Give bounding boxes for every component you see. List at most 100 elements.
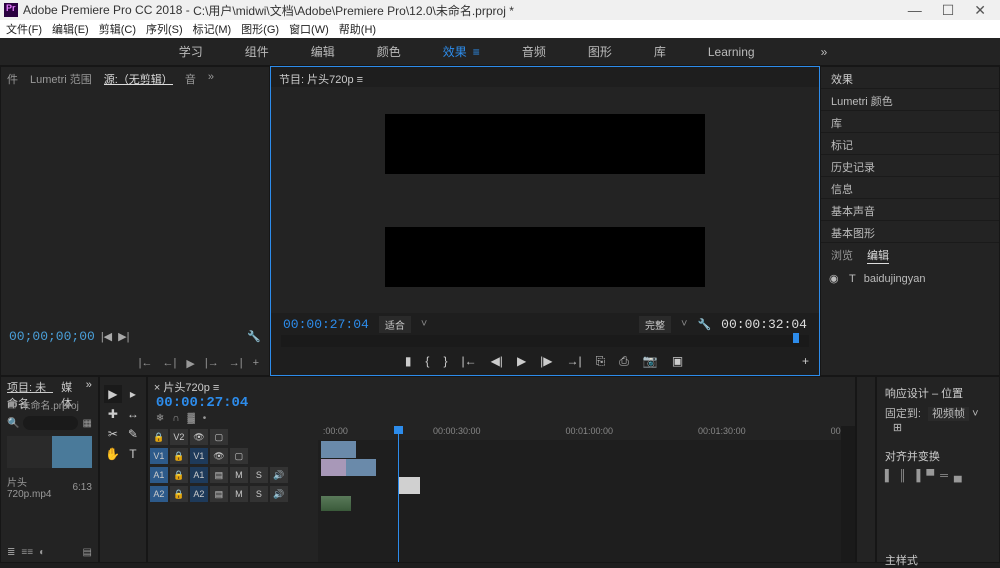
ctrl-step-fwd[interactable]: |▶ xyxy=(540,354,552,368)
align-left-icon[interactable]: ▌ xyxy=(885,470,893,482)
ctrl-play[interactable]: ▶ xyxy=(517,354,526,368)
search-input[interactable] xyxy=(23,416,78,430)
track-select-tool[interactable]: ▸ xyxy=(124,385,142,403)
a1-mute[interactable]: M xyxy=(230,467,248,483)
razor-tool[interactable]: ✂ xyxy=(104,425,122,443)
program-title[interactable]: 节目: 片头720p ≡ xyxy=(279,74,363,86)
ctrl-goto-out[interactable]: →| xyxy=(567,354,582,368)
clip-thumbnail[interactable] xyxy=(7,436,92,468)
v2-eye[interactable]: 👁 xyxy=(190,429,208,445)
ctrl-add[interactable]: + xyxy=(802,354,809,368)
source-timecode[interactable]: 00;00;00;00 xyxy=(9,329,95,344)
ctrl-marker[interactable]: ▮ xyxy=(405,354,412,368)
proj-tab[interactable]: 项目: 未命名 xyxy=(7,379,53,393)
timeline-timecode[interactable]: 00:00:27:04 xyxy=(148,395,855,411)
menu-clip[interactable]: 剪辑(C) xyxy=(99,21,136,37)
menu-file[interactable]: 文件(F) xyxy=(6,21,42,37)
align-hcenter-icon[interactable]: ║ xyxy=(899,470,907,482)
source-settings-icon[interactable]: 🔧 xyxy=(247,330,261,343)
settings-icon[interactable]: • xyxy=(203,413,207,424)
src-tab-audio[interactable]: 音 xyxy=(185,71,196,85)
align-right-icon[interactable]: ▐ xyxy=(913,470,921,482)
ws-assembly[interactable]: 组件 xyxy=(239,41,275,62)
ripple-tool[interactable]: ✚ xyxy=(104,405,122,423)
ctrl-export-frame[interactable]: 📷 xyxy=(643,354,658,368)
pin-to-select[interactable]: 视频帧 xyxy=(928,407,969,421)
a2-target[interactable]: A2 xyxy=(150,486,168,502)
src-btn-stepfwd[interactable]: |→ xyxy=(205,357,219,369)
align-bottom-icon[interactable]: ▄ xyxy=(954,470,962,482)
selection-tool[interactable]: ▶ xyxy=(104,385,122,403)
src-btn-end[interactable]: →| xyxy=(229,357,243,369)
src-btn-stepback[interactable]: ←| xyxy=(163,357,177,369)
marker-opts-icon[interactable]: ▓ xyxy=(187,413,194,424)
slip-tool[interactable]: ↔ xyxy=(124,405,142,423)
menu-graphics[interactable]: 图形(G) xyxy=(241,21,279,37)
a1-lock[interactable]: 🔒 xyxy=(170,467,188,483)
menu-marker[interactable]: 标记(M) xyxy=(193,21,232,37)
new-item-icon[interactable]: ▤ xyxy=(82,547,91,558)
timeline-canvas[interactable]: :00:00 00:00:30:00 00:01:00:00 00:01:30:… xyxy=(318,426,841,562)
clip-v1[interactable] xyxy=(398,477,420,494)
pen-tool[interactable]: ✎ xyxy=(124,425,142,443)
align-vcenter-icon[interactable]: ═ xyxy=(940,470,948,482)
a2-mute[interactable]: M xyxy=(230,486,248,502)
a2-lock[interactable]: 🔒 xyxy=(170,486,188,502)
type-tool[interactable]: T xyxy=(124,445,142,463)
ws-learn[interactable]: 学习 xyxy=(173,41,209,62)
v2-lock[interactable]: 🔒 xyxy=(150,429,168,445)
list-view-icon[interactable]: ≣ xyxy=(7,547,15,558)
maximize-button[interactable]: ☐ xyxy=(942,2,955,19)
ctrl-extract[interactable]: ⎙ xyxy=(619,354,629,369)
minimize-button[interactable]: — xyxy=(908,2,922,19)
src-btn-play[interactable]: ▶ xyxy=(186,357,194,370)
source-nav-end[interactable]: ▶| xyxy=(118,330,129,343)
src-tab-source[interactable]: 源:（无剪辑） xyxy=(104,71,173,85)
a1-name[interactable]: A1 xyxy=(190,467,208,483)
side-title[interactable]: 效果 xyxy=(821,67,999,89)
ws-edit[interactable]: 编辑 xyxy=(305,41,341,62)
v1-name[interactable]: V1 xyxy=(190,448,208,464)
a1-mix[interactable]: ▤ xyxy=(210,467,228,483)
ws-learning[interactable]: Learning xyxy=(702,43,761,61)
source-nav-start[interactable]: |◀ xyxy=(101,330,112,343)
a1-target[interactable]: A1 xyxy=(150,467,168,483)
src-btn-start[interactable]: |← xyxy=(139,357,153,369)
menu-edit[interactable]: 编辑(E) xyxy=(52,21,89,37)
eg-browse[interactable]: 浏览 xyxy=(831,247,853,264)
v1-target[interactable]: V1 xyxy=(150,448,168,464)
side-library[interactable]: 库 xyxy=(821,111,999,133)
side-info[interactable]: 信息 xyxy=(821,177,999,199)
pin-target-icon[interactable]: ⊞ xyxy=(893,422,902,434)
clip-a1[interactable] xyxy=(321,496,351,511)
zoom-select[interactable]: 适合 xyxy=(379,316,411,333)
a2-solo[interactable]: S xyxy=(250,486,268,502)
ctrl-in[interactable]: { xyxy=(425,354,429,368)
icon-view-icon[interactable]: ≡≡ xyxy=(21,547,33,558)
quality-select[interactable]: 完整 xyxy=(639,316,671,333)
clip-v3[interactable] xyxy=(321,441,356,458)
menu-window[interactable]: 窗口(W) xyxy=(289,21,329,37)
ws-graphics[interactable]: 图形 xyxy=(582,41,618,62)
src-tab-more[interactable]: » xyxy=(208,71,214,85)
ws-audio[interactable]: 音频 xyxy=(516,41,552,62)
clip-name[interactable]: 片头720p.mp4 xyxy=(7,474,68,500)
side-essential-graphics[interactable]: 基本图形 xyxy=(821,221,999,243)
eg-edit[interactable]: 编辑 xyxy=(867,247,889,264)
v1-lock[interactable]: 🔒 xyxy=(170,448,188,464)
hand-tool[interactable]: ✋ xyxy=(104,445,122,463)
ws-overflow[interactable]: » xyxy=(821,45,828,59)
src-tab-lumetri[interactable]: Lumetri 范围 xyxy=(30,71,92,85)
ws-color[interactable]: 颜色 xyxy=(371,41,407,62)
snap-icon[interactable]: ❄ xyxy=(156,413,164,424)
ctrl-step-back[interactable]: ◀| xyxy=(491,354,503,368)
proj-tab-media[interactable]: 媒体 xyxy=(61,379,78,393)
layer-eye-icon[interactable]: ◉ xyxy=(829,272,841,285)
v2-name[interactable]: V2 xyxy=(170,429,188,445)
layer-name[interactable]: baidujingyan xyxy=(864,273,926,285)
menu-help[interactable]: 帮助(H) xyxy=(339,21,376,37)
v1-eye[interactable]: 👁 xyxy=(210,448,228,464)
v2-sync[interactable]: ▢ xyxy=(210,429,228,445)
ctrl-goto-in[interactable]: |← xyxy=(461,354,476,368)
src-btn-add[interactable]: + xyxy=(253,357,259,369)
